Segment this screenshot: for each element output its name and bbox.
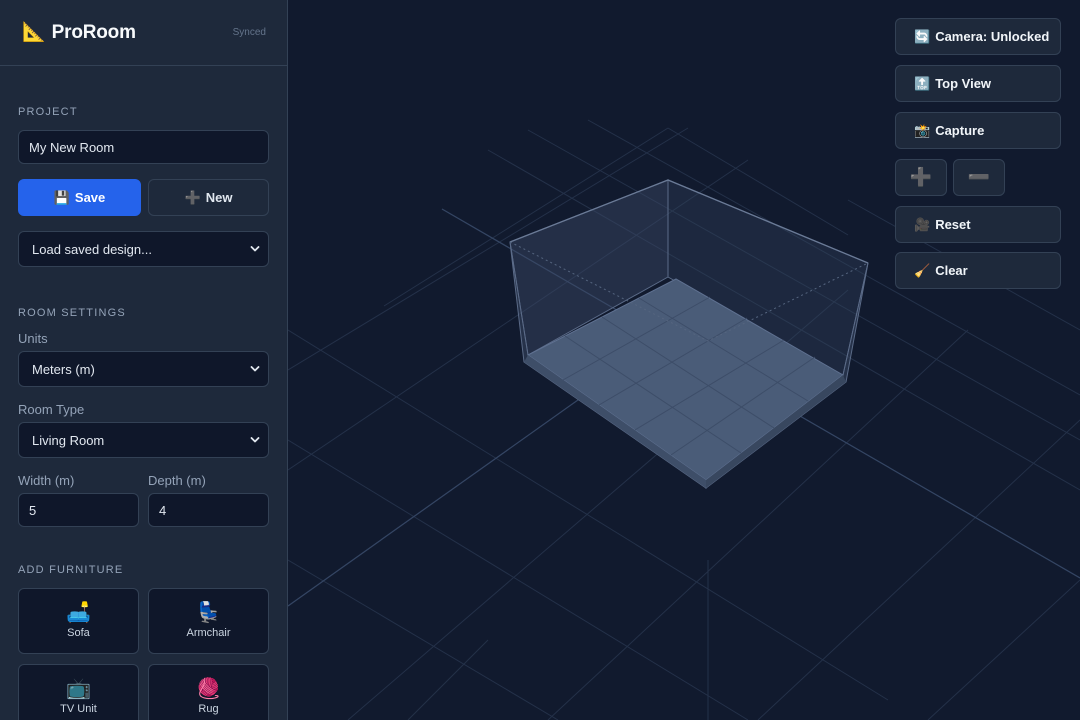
- top-view-button[interactable]: 🔝 Top View: [895, 65, 1061, 102]
- furniture-label: Sofa: [67, 627, 90, 639]
- furniture-label: Rug: [198, 703, 219, 715]
- sidebar: 📐 ProRoom Synced PROJECT 💾 Save ➕ New Lo…: [0, 0, 288, 720]
- new-button[interactable]: ➕ New: [148, 179, 269, 216]
- new-button-label: New: [205, 190, 233, 205]
- plus-icon: ➕: [909, 167, 933, 187]
- chevron-down-icon: [250, 366, 260, 372]
- capture-button[interactable]: 📸 Capture: [895, 112, 1061, 149]
- triangular-ruler-icon: 📐: [22, 22, 46, 43]
- sidebar-header: 📐 ProRoom Synced: [0, 0, 287, 66]
- furniture-card-armchair[interactable]: 💺 Armchair: [148, 588, 269, 654]
- clear-label: Clear: [935, 263, 968, 278]
- units-label: Units: [18, 331, 48, 346]
- chevron-down-icon: [250, 437, 260, 443]
- depth-input[interactable]: [148, 493, 269, 527]
- app-root: 📐 ProRoom Synced PROJECT 💾 Save ➕ New Lo…: [0, 0, 1080, 720]
- broom-icon: 🧹: [914, 262, 931, 278]
- television-icon: 📺: [66, 678, 91, 700]
- units-select[interactable]: Meters (m): [18, 351, 269, 387]
- project-section-title: PROJECT: [18, 106, 78, 118]
- 3d-viewport[interactable]: 🔄 Camera: Unlocked 🔝 Top View 📸 Capture …: [288, 0, 1080, 720]
- sync-status: Synced: [232, 27, 266, 38]
- brand: 📐 ProRoom: [22, 22, 136, 44]
- sofa-icon: 🛋️: [66, 602, 91, 624]
- minus-icon: ➖: [967, 167, 991, 187]
- project-name-input[interactable]: [18, 130, 269, 164]
- save-button-label: Save: [74, 190, 106, 205]
- load-design-select-value: Load saved design...: [32, 241, 152, 257]
- room-type-select[interactable]: Living Room: [18, 422, 269, 458]
- units-select-value: Meters (m): [32, 361, 95, 377]
- rotate-arrows-icon: 🔄: [914, 28, 931, 44]
- top-view-label: Top View: [935, 76, 992, 91]
- furniture-label: TV Unit: [60, 703, 97, 715]
- depth-label: Depth (m): [148, 473, 206, 488]
- armchair-icon: 💺: [196, 602, 221, 624]
- camera-flash-icon: 📸: [914, 122, 931, 138]
- reset-label: Reset: [935, 217, 971, 232]
- zoom-out-button[interactable]: ➖: [953, 159, 1005, 196]
- width-label: Width (m): [18, 473, 75, 488]
- room-type-select-value: Living Room: [32, 432, 105, 448]
- width-input[interactable]: [18, 493, 139, 527]
- top-arrow-icon: 🔝: [914, 75, 931, 91]
- clear-button[interactable]: 🧹 Clear: [895, 252, 1061, 289]
- furniture-card-tv-unit[interactable]: 📺 TV Unit: [18, 664, 139, 720]
- save-button[interactable]: 💾 Save: [18, 179, 141, 216]
- zoom-in-button[interactable]: ➕: [895, 159, 947, 196]
- furniture-label: Armchair: [186, 627, 231, 639]
- reset-view-button[interactable]: 🎥 Reset: [895, 206, 1061, 243]
- chevron-down-icon: [250, 246, 260, 252]
- load-design-select[interactable]: Load saved design...: [18, 231, 269, 267]
- scene-canvas[interactable]: [288, 0, 1080, 720]
- capture-label: Capture: [935, 123, 985, 138]
- yarn-ball-icon: 🧶: [196, 678, 221, 700]
- furniture-card-sofa[interactable]: 🛋️ Sofa: [18, 588, 139, 654]
- camera-lock-button[interactable]: 🔄 Camera: Unlocked: [895, 18, 1061, 55]
- movie-camera-icon: 🎥: [914, 216, 931, 232]
- room-model[interactable]: [509, 179, 869, 490]
- app-name: ProRoom: [51, 21, 136, 43]
- floppy-disk-icon: 💾: [53, 189, 70, 205]
- plus-icon: ➕: [184, 189, 201, 205]
- add-furniture-section-title: ADD FURNITURE: [18, 564, 124, 576]
- furniture-card-rug[interactable]: 🧶 Rug: [148, 664, 269, 720]
- room-settings-section-title: ROOM SETTINGS: [18, 307, 126, 319]
- room-type-label: Room Type: [18, 402, 85, 417]
- camera-lock-label: Camera: Unlocked: [935, 29, 1050, 44]
